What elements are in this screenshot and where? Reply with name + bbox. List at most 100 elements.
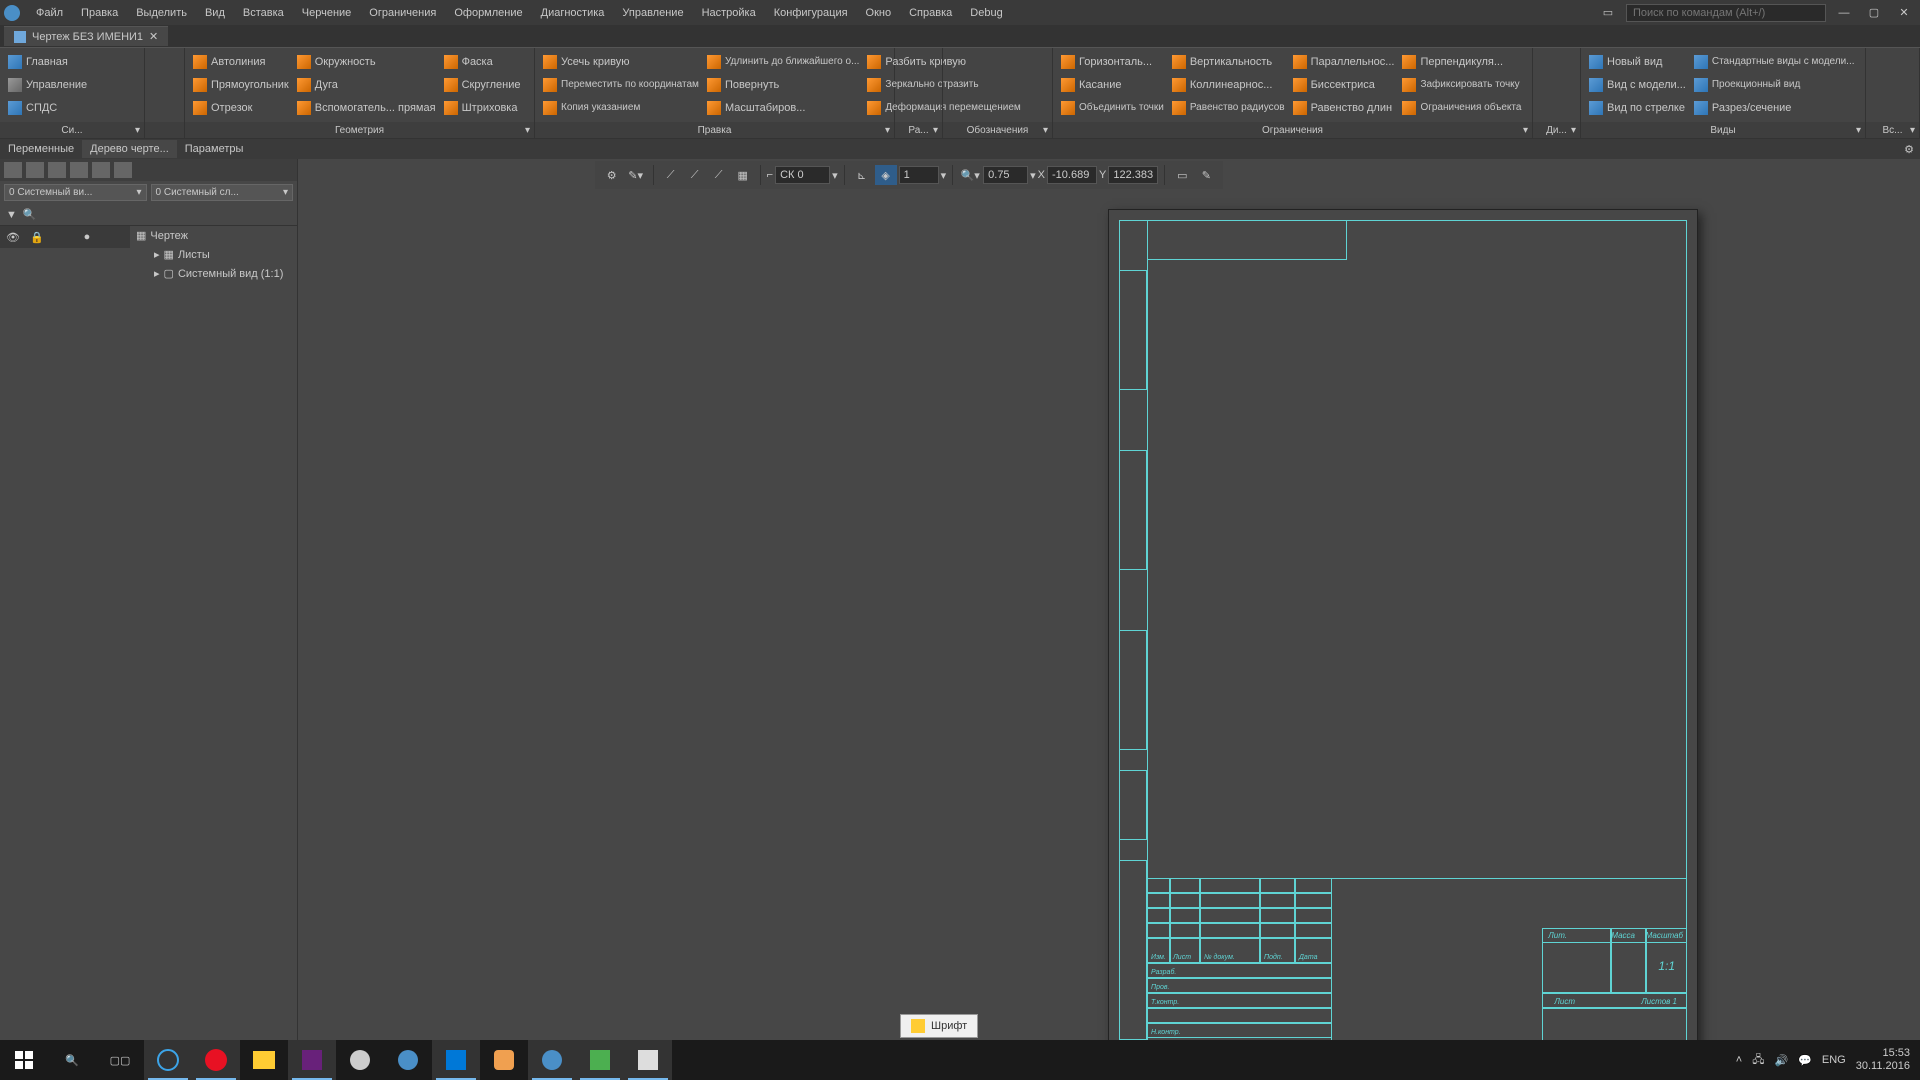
close-tab-icon[interactable]: ✕ xyxy=(149,30,158,43)
zoom-input[interactable] xyxy=(983,166,1028,184)
paint-taskbar-icon[interactable] xyxy=(480,1040,528,1080)
lp-tool-3[interactable] xyxy=(48,162,66,178)
anno-7[interactable] xyxy=(991,52,1013,72)
opera-taskbar-icon[interactable] xyxy=(192,1040,240,1080)
move-button[interactable]: Переместить по координатам xyxy=(539,76,703,94)
explorer-taskbar-icon[interactable] xyxy=(240,1040,288,1080)
copy-button[interactable]: Копия указанием xyxy=(539,99,703,117)
anno-2[interactable] xyxy=(947,75,969,95)
app-taskbar-icon-4[interactable] xyxy=(624,1040,672,1080)
menu-diagnostics[interactable]: Диагностика xyxy=(533,3,613,23)
view-dropdown[interactable]: 0 Системный ви...▾ xyxy=(4,184,147,201)
arrow-view-button[interactable]: Вид по стрелке xyxy=(1585,99,1690,117)
hatch-button[interactable]: Штриховка xyxy=(440,99,525,117)
bisector-button[interactable]: Биссектриса xyxy=(1289,76,1399,94)
section-button[interactable]: Разрез/сечение xyxy=(1690,99,1859,117)
menu-settings[interactable]: Настройка xyxy=(694,3,764,23)
model-view-button[interactable]: Вид с модели... xyxy=(1585,76,1690,94)
anno-4[interactable] xyxy=(969,52,991,72)
new-doc-button[interactable] xyxy=(149,52,171,72)
std-views-button[interactable]: Стандартные виды с модели... xyxy=(1690,53,1859,71)
chevron-down-icon[interactable]: ▾ xyxy=(1856,125,1861,136)
tangent-button[interactable]: Касание xyxy=(1057,76,1168,94)
canvas[interactable]: Лит. Масса Масштаб 1:1 Лист Листов 1 Изм… xyxy=(298,189,1920,1040)
horiz-constraint-button[interactable]: Горизонталь... xyxy=(1057,53,1168,71)
fix-point-button[interactable]: Зафиксировать точку xyxy=(1398,76,1525,94)
helper-line-button[interactable]: Вспомогатель... прямая xyxy=(293,99,440,117)
vert-constraint-button[interactable]: Вертикальность xyxy=(1168,53,1289,71)
spds-button[interactable]: СПДС xyxy=(4,99,140,117)
chevron-down-icon[interactable]: ▾ xyxy=(885,125,890,136)
tray-chevron-icon[interactable]: ˄ xyxy=(1736,1054,1742,1066)
layout-icon[interactable]: ▭ xyxy=(1596,4,1620,22)
lp-tool-5[interactable] xyxy=(92,162,110,178)
lp-tool-6[interactable] xyxy=(114,162,132,178)
anno-10[interactable] xyxy=(1013,52,1035,72)
panel-tab-variables[interactable]: Переменные xyxy=(0,140,82,158)
chevron-down-icon[interactable]: ▾ xyxy=(1571,125,1576,136)
menu-file[interactable]: Файл xyxy=(28,3,71,23)
step-input[interactable] xyxy=(899,166,939,184)
filter-icon[interactable]: ▼ xyxy=(6,209,17,221)
app-taskbar-icon-2[interactable] xyxy=(384,1040,432,1080)
lp-tool-1[interactable] xyxy=(4,162,22,178)
kompas-taskbar-icon[interactable] xyxy=(528,1040,576,1080)
chevron-down-icon[interactable]: ▾ xyxy=(525,125,530,136)
chamfer-button[interactable]: Фаска xyxy=(440,53,525,71)
maximize-button[interactable]: ▢ xyxy=(1862,4,1886,22)
obj-constraints-button[interactable]: Ограничения объекта xyxy=(1398,99,1525,117)
equal-length-button[interactable]: Равенство длин xyxy=(1289,99,1399,117)
search-icon[interactable]: 🔍 xyxy=(23,208,37,221)
menu-window[interactable]: Окно xyxy=(858,3,900,23)
expand-icon[interactable]: ▸ xyxy=(154,248,160,261)
panel-tab-params[interactable]: Параметры xyxy=(177,140,252,158)
rotate-button[interactable]: Повернуть xyxy=(703,76,863,94)
diag-2[interactable] xyxy=(1537,75,1559,95)
dt-eyedropper[interactable]: ✎ xyxy=(1195,165,1217,185)
lock-icon[interactable]: 🔒 xyxy=(30,231,44,244)
menu-insert[interactable]: Вставка xyxy=(235,3,292,23)
dt-zoom-icon[interactable]: 🔍▾ xyxy=(959,165,981,185)
tree-sysview[interactable]: ▸▢Системный вид (1:1) xyxy=(130,264,297,283)
tray-notif-icon[interactable]: 💬 xyxy=(1798,1054,1812,1067)
close-button[interactable]: ✕ xyxy=(1892,4,1916,22)
chevron-down-icon[interactable]: ▾ xyxy=(135,125,140,136)
tray-lang[interactable]: ENG xyxy=(1822,1054,1846,1066)
menu-drafting[interactable]: Черчение xyxy=(294,3,360,23)
anno-1[interactable] xyxy=(947,52,969,72)
dim-tool-2[interactable] xyxy=(899,75,921,95)
trim-button[interactable]: Усечь кривую xyxy=(539,53,703,71)
expand-icon[interactable]: ▸ xyxy=(154,267,160,280)
dim-tool-3[interactable] xyxy=(899,98,921,118)
tree-root[interactable]: ▦Чертеж xyxy=(130,226,297,245)
proj-view-button[interactable]: Проекционный вид xyxy=(1690,76,1859,94)
lp-tool-2[interactable] xyxy=(26,162,44,178)
menu-manage[interactable]: Управление xyxy=(614,3,691,23)
dt-snap-toggle[interactable]: ◈ xyxy=(875,165,897,185)
command-search-input[interactable] xyxy=(1626,4,1826,22)
menu-select[interactable]: Выделить xyxy=(128,3,195,23)
rectangle-button[interactable]: Прямоугольник xyxy=(189,76,293,94)
menu-constraints[interactable]: Ограничения xyxy=(361,3,444,23)
dt-grid[interactable]: ▦ xyxy=(732,165,754,185)
x-coord-input[interactable] xyxy=(1047,166,1097,184)
lp-tool-4[interactable] xyxy=(70,162,88,178)
minimize-button[interactable]: — xyxy=(1832,4,1856,22)
equal-radius-button[interactable]: Равенство радиусов xyxy=(1168,99,1289,117)
menu-edit[interactable]: Правка xyxy=(73,3,126,23)
menu-design[interactable]: Оформление xyxy=(446,3,530,23)
visibility-icon[interactable]: 👁 xyxy=(6,231,20,244)
start-button[interactable] xyxy=(0,1040,48,1080)
collinear-button[interactable]: Коллинеарнос... xyxy=(1168,76,1289,94)
anno-5[interactable] xyxy=(969,75,991,95)
dt-pencil[interactable]: ✎▾ xyxy=(625,165,647,185)
menu-config[interactable]: Конфигурация xyxy=(766,3,856,23)
dt-snap-2[interactable]: ⟋ xyxy=(684,165,706,185)
taskview-button[interactable]: ▢▢ xyxy=(96,1040,144,1080)
circle-button[interactable]: Окружность xyxy=(293,53,440,71)
color-icon[interactable]: ● xyxy=(84,231,91,243)
anno-8[interactable] xyxy=(991,75,1013,95)
save-doc-button[interactable] xyxy=(149,98,171,118)
edge-taskbar-icon[interactable] xyxy=(144,1040,192,1080)
diag-3[interactable] xyxy=(1537,98,1559,118)
